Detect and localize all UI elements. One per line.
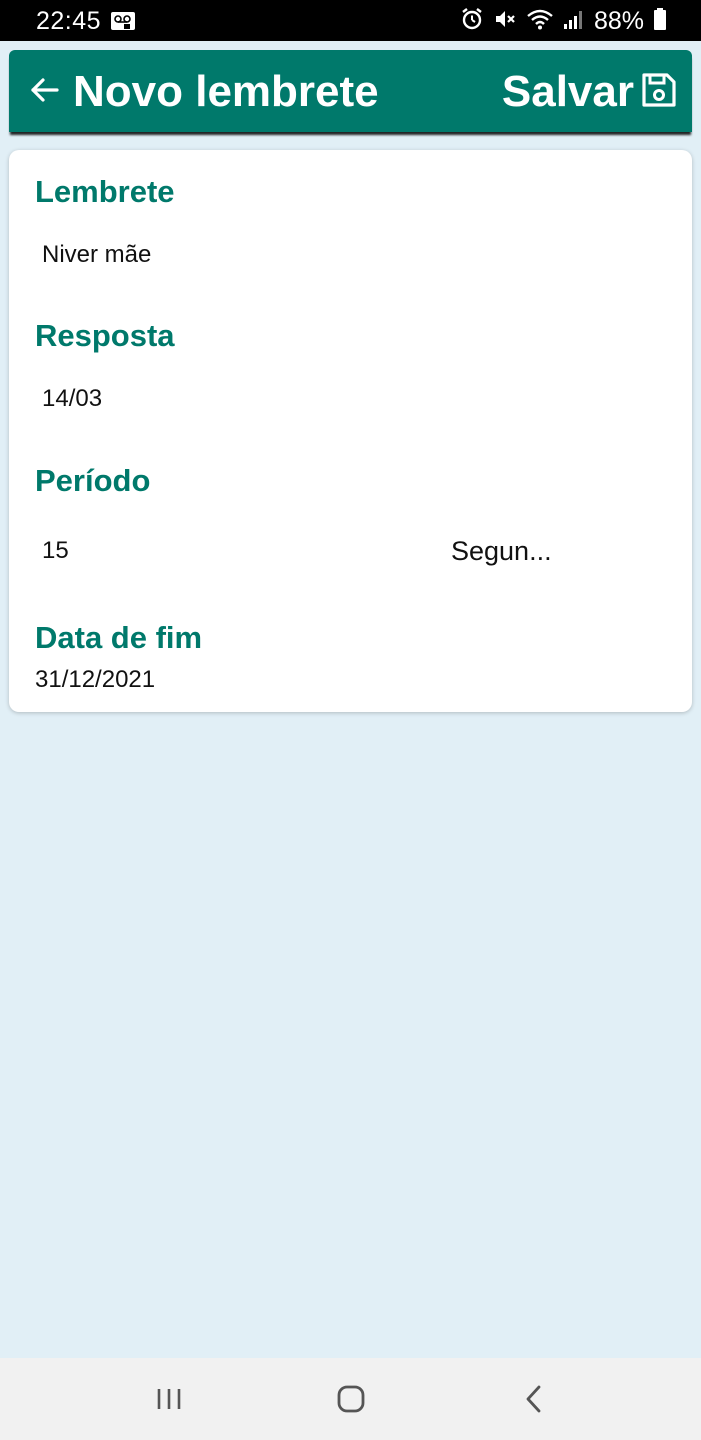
- resposta-input[interactable]: 14/03: [42, 385, 102, 413]
- mute-icon: [493, 7, 517, 36]
- back-button[interactable]: [27, 72, 63, 108]
- alarm-icon: [460, 7, 484, 36]
- recent-apps-button[interactable]: [149, 1379, 189, 1419]
- app-bar: Novo lembrete Salvar: [9, 50, 692, 132]
- reminder-form-card: Lembrete Niver mãe Resposta 14/03 Períod…: [9, 150, 692, 712]
- signal-icon: [563, 7, 585, 36]
- save-label: Salvar: [501, 67, 634, 116]
- arrow-left-icon: [31, 78, 59, 102]
- voicemail-icon: [110, 11, 136, 36]
- lembrete-label: Lembrete: [35, 174, 175, 209]
- save-button[interactable]: Salvar: [502, 67, 678, 117]
- navigation-bar: [0, 1358, 701, 1440]
- home-icon: [337, 1385, 365, 1413]
- back-icon: [526, 1385, 541, 1413]
- status-icons: 88%: [460, 6, 667, 36]
- status-bar: 22:45 88%: [0, 0, 701, 41]
- periodo-unit-select[interactable]: Segun...: [451, 536, 552, 567]
- nav-back-button[interactable]: [514, 1379, 554, 1419]
- resposta-label: Resposta: [35, 318, 175, 353]
- data-fim-label: Data de fim: [35, 620, 203, 655]
- data-fim-picker[interactable]: 31/12/2021: [35, 666, 155, 694]
- battery-percent: 88%: [593, 6, 644, 35]
- periodo-value-input[interactable]: 15: [42, 537, 69, 565]
- floppy-disk-icon: [640, 71, 678, 114]
- periodo-label: Período: [35, 463, 151, 498]
- status-time: 22:45: [36, 7, 102, 35]
- lembrete-input[interactable]: Niver mãe: [42, 241, 151, 269]
- home-button[interactable]: [331, 1379, 371, 1419]
- wifi-icon: [526, 7, 554, 36]
- battery-icon: [653, 7, 667, 36]
- page-title: Novo lembrete: [73, 67, 379, 116]
- recent-apps-icon: [157, 1389, 181, 1409]
